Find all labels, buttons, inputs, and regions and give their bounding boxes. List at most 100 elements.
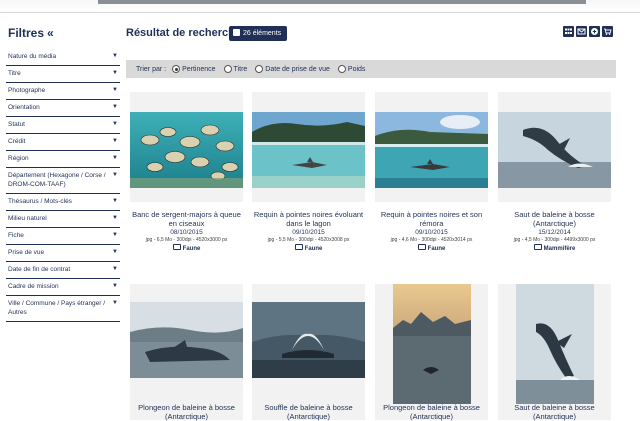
filters-header[interactable]: Filtres « <box>8 26 120 40</box>
result-thumbnail[interactable] <box>375 112 488 188</box>
dropdown-caret-icon[interactable]: ▼ <box>112 265 118 274</box>
result-date: 09/10/2015 <box>292 229 325 236</box>
filter-item[interactable]: Crédit ▼ <box>6 134 120 151</box>
result-thumbnail[interactable] <box>393 284 471 404</box>
whale-breach-vertical-image <box>516 284 594 404</box>
result-title[interactable]: Requin à pointes noires évoluant dans le… <box>252 210 365 228</box>
result-title[interactable]: Plongeon de baleine à bosse (Antarctique… <box>130 403 243 421</box>
filter-label: Prise de vue <box>8 249 45 256</box>
filter-item[interactable]: Date de fin de contrat ▼ <box>6 262 120 279</box>
result-category[interactable]: Faune <box>130 244 243 253</box>
dropdown-caret-icon[interactable]: ▼ <box>112 52 118 61</box>
result-thumbnail[interactable] <box>130 112 243 188</box>
sort-option-pertinence[interactable]: Pertinence <box>172 65 216 73</box>
top-border <box>0 0 640 13</box>
envelope-icon[interactable] <box>576 26 587 37</box>
select-all-icon[interactable] <box>233 29 240 36</box>
cart-icon[interactable] <box>602 26 613 37</box>
sort-option-titre[interactable]: Titre <box>223 65 247 73</box>
dropdown-caret-icon[interactable]: ▼ <box>112 282 118 291</box>
result-caption: Souffle de baleine à bosse (Antarctique) <box>252 403 365 421</box>
filter-item[interactable]: Statut ▼ <box>6 117 120 134</box>
result-date: 15/12/2014 <box>538 229 571 236</box>
dropdown-caret-icon[interactable]: ▼ <box>112 154 118 163</box>
filter-item[interactable]: Prise de vue ▼ <box>6 245 120 262</box>
result-card[interactable] <box>252 92 365 202</box>
result-category[interactable]: Faune <box>252 244 365 253</box>
result-title[interactable]: Saut de baleine à bosse (Antarctique) <box>498 403 611 421</box>
filter-item[interactable]: Milieu naturel ▼ <box>6 211 120 228</box>
folder-icon <box>172 244 181 250</box>
result-card[interactable] <box>498 92 611 202</box>
dropdown-caret-icon[interactable]: ▼ <box>112 214 118 223</box>
dropdown-caret-icon[interactable]: ▼ <box>112 103 118 112</box>
dropdown-caret-icon[interactable]: ▼ <box>112 137 118 146</box>
filter-list: Nature du média ▼ Titre ▼ Photographe ▼ Orient… <box>6 49 120 322</box>
result-title[interactable]: Plongeon de baleine à bosse (Antarctique… <box>375 403 488 421</box>
filter-item[interactable]: Photographe ▼ <box>6 83 120 100</box>
result-category[interactable]: Mammifère <box>498 244 611 253</box>
dropdown-caret-icon[interactable]: ▼ <box>112 299 118 308</box>
filter-item[interactable]: Cadre de mission ▼ <box>6 279 120 296</box>
result-card[interactable] <box>130 92 243 202</box>
folder-icon <box>533 244 542 250</box>
result-thumbnail[interactable] <box>498 112 611 188</box>
result-card[interactable] <box>252 284 365 420</box>
folder-icon <box>417 244 426 250</box>
result-count-badge[interactable]: 26 éléments <box>229 26 288 41</box>
filter-label: Titre <box>8 70 21 77</box>
result-thumbnail[interactable] <box>252 302 365 378</box>
result-card[interactable] <box>375 284 488 420</box>
radio-poids[interactable] <box>337 65 346 73</box>
sort-option-poids[interactable]: Poids <box>337 65 365 73</box>
whale-breach-image <box>498 112 611 188</box>
filter-item[interactable]: Nature du média ▼ <box>6 49 120 66</box>
filter-label: Cadre de mission <box>8 283 59 290</box>
filter-item[interactable]: Orientation ▼ <box>6 100 120 117</box>
filter-item[interactable]: Titre ▼ <box>6 66 120 83</box>
filter-item[interactable]: Ville / Commune / Pays étranger / Autres… <box>6 296 120 322</box>
result-caption: Plongeon de baleine à bosse (Antarctique… <box>375 403 488 421</box>
result-thumbnail[interactable] <box>516 284 594 404</box>
dropdown-caret-icon[interactable]: ▼ <box>112 171 118 180</box>
result-date: 09/10/2015 <box>415 229 448 236</box>
plus-circle-icon[interactable] <box>589 26 600 37</box>
filter-label: Thésaurus / Mots-clés <box>8 198 72 205</box>
radio-pertinence[interactable] <box>172 65 181 73</box>
folder-icon <box>294 244 303 250</box>
grid-view-icon[interactable] <box>563 26 574 37</box>
sort-option-date[interactable]: Date de prise de vue <box>255 65 330 73</box>
result-title[interactable]: Requin à pointes noires et son rémora <box>375 210 488 228</box>
collapse-chevron-icon[interactable]: « <box>47 26 54 40</box>
result-title[interactable]: Souffle de baleine à bosse (Antarctique) <box>252 403 365 421</box>
dropdown-caret-icon[interactable]: ▼ <box>112 120 118 129</box>
result-title[interactable]: Saut de baleine à bosse (Antarctique) <box>498 210 611 228</box>
result-count: 26 éléments <box>243 30 282 37</box>
filter-item[interactable]: Fiche ▼ <box>6 228 120 245</box>
sort-label: Trier par : <box>136 65 167 73</box>
dropdown-caret-icon[interactable]: ▼ <box>112 197 118 206</box>
filter-label: Fiche <box>8 232 24 239</box>
result-title[interactable]: Banc de sergent-majors à queue en ciseau… <box>130 210 243 228</box>
result-caption: Banc de sergent-majors à queue en ciseau… <box>130 210 243 253</box>
filter-item[interactable]: Département (Hexagone / Corse / DROM-COM… <box>6 168 120 194</box>
result-card[interactable] <box>130 284 243 420</box>
dropdown-caret-icon[interactable]: ▼ <box>112 86 118 95</box>
dropdown-caret-icon[interactable]: ▼ <box>112 69 118 78</box>
result-card[interactable] <box>498 284 611 420</box>
result-meta: jpg - 5,5 Mo - 300dpi - 4520x3008 px <box>267 237 350 243</box>
filter-item[interactable]: Région ▼ <box>6 151 120 168</box>
filter-label: Crédit <box>8 138 26 145</box>
radio-titre[interactable] <box>223 65 232 73</box>
result-caption: Saut de baleine à bosse (Antarctique) 15… <box>498 210 611 253</box>
filter-item[interactable]: Thésaurus / Mots-clés ▼ <box>6 194 120 211</box>
filter-label: Milieu naturel <box>8 215 47 222</box>
dropdown-caret-icon[interactable]: ▼ <box>112 231 118 240</box>
result-card[interactable] <box>375 92 488 202</box>
result-thumbnail[interactable] <box>130 302 243 378</box>
radio-date[interactable] <box>255 65 264 73</box>
filter-label: Date de fin de contrat <box>8 266 71 273</box>
result-category[interactable]: Faune <box>375 244 488 253</box>
result-thumbnail[interactable] <box>252 112 365 188</box>
dropdown-caret-icon[interactable]: ▼ <box>112 248 118 257</box>
